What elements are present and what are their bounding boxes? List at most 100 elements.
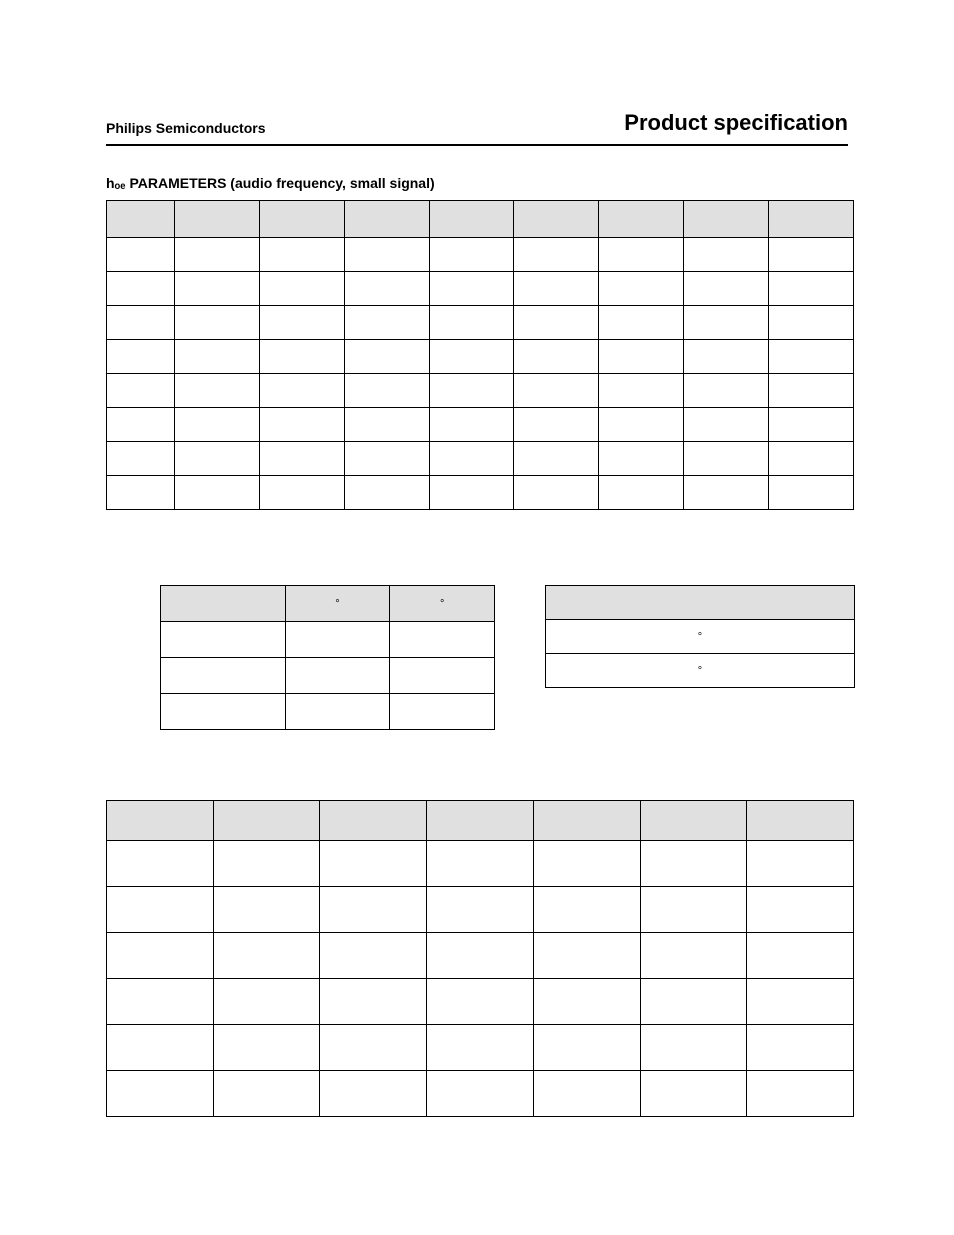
table-cell — [747, 933, 854, 979]
table-cell — [514, 340, 599, 374]
table-cell — [213, 1071, 320, 1117]
table-cell — [640, 841, 747, 887]
table-cell — [769, 238, 854, 272]
t1-h6 — [599, 201, 684, 238]
table-cell — [161, 694, 286, 730]
table-row — [107, 442, 854, 476]
table-cell — [161, 658, 286, 694]
table-cell — [429, 272, 514, 306]
table-row — [107, 306, 854, 340]
t1-h1 — [174, 201, 259, 238]
table-cell — [533, 1025, 640, 1071]
table-cell — [684, 340, 769, 374]
t1-h0 — [107, 201, 175, 238]
table-cell — [107, 374, 175, 408]
table-cell — [174, 238, 259, 272]
table-row — [107, 1025, 854, 1071]
table-cell — [429, 238, 514, 272]
table-cell — [684, 238, 769, 272]
table-cell — [344, 238, 429, 272]
table-cell — [429, 306, 514, 340]
table-header-row — [107, 201, 854, 238]
table-cell — [769, 374, 854, 408]
table-cell — [684, 272, 769, 306]
table-cell — [599, 374, 684, 408]
table-cell — [344, 442, 429, 476]
table-cell — [533, 841, 640, 887]
table-row — [107, 238, 854, 272]
table-cell — [427, 933, 534, 979]
table-cell — [427, 979, 534, 1025]
table-cell — [344, 272, 429, 306]
table-cell — [107, 238, 175, 272]
table-row — [161, 658, 495, 694]
table-cell — [213, 1025, 320, 1071]
table-cell — [769, 442, 854, 476]
table-cell — [107, 442, 175, 476]
table-cell — [533, 933, 640, 979]
table-row — [161, 622, 495, 658]
table-cell — [747, 887, 854, 933]
table-row — [107, 272, 854, 306]
header-right: Product specification — [624, 110, 848, 136]
table-cell — [107, 408, 175, 442]
table-cell — [259, 476, 344, 510]
table-cell — [320, 887, 427, 933]
t2-h0 — [161, 586, 286, 622]
table-cell — [107, 272, 175, 306]
table-cell — [599, 442, 684, 476]
table-cell — [213, 887, 320, 933]
table-cell — [533, 887, 640, 933]
table-cell — [640, 887, 747, 933]
table-cell — [107, 841, 214, 887]
table-cell — [174, 476, 259, 510]
t4-h4 — [533, 801, 640, 841]
table-cell — [514, 476, 599, 510]
table-cell — [320, 933, 427, 979]
table-row: ° — [546, 620, 855, 654]
table-cell — [427, 1071, 534, 1117]
table-cell — [161, 622, 286, 658]
table-cell — [429, 442, 514, 476]
table-cell — [640, 1025, 747, 1071]
table-cell — [174, 272, 259, 306]
table-row — [107, 408, 854, 442]
table-cell — [514, 306, 599, 340]
table-cell — [599, 340, 684, 374]
table-row — [107, 887, 854, 933]
t1-h5 — [514, 201, 599, 238]
t1-h7 — [684, 201, 769, 238]
t4-h3 — [427, 801, 534, 841]
table-cell — [640, 979, 747, 1025]
table-cell — [259, 306, 344, 340]
table-cell — [514, 238, 599, 272]
table-row — [107, 374, 854, 408]
table-cell — [769, 408, 854, 442]
table-cell — [320, 841, 427, 887]
table-cell — [107, 979, 214, 1025]
table-row — [107, 340, 854, 374]
table-cell — [107, 1071, 214, 1117]
table-cell — [174, 442, 259, 476]
table-cell — [640, 1071, 747, 1117]
table-cell — [259, 272, 344, 306]
t2-h2: ° — [390, 586, 495, 622]
table-cell — [684, 442, 769, 476]
t4-h5 — [640, 801, 747, 841]
table-cell — [344, 408, 429, 442]
table-cell — [390, 658, 495, 694]
table-cell — [174, 306, 259, 340]
table-header-row — [107, 801, 854, 841]
table-cell — [213, 841, 320, 887]
table-cell — [427, 887, 534, 933]
t1-h4 — [429, 201, 514, 238]
table-cell — [174, 374, 259, 408]
table-cell — [107, 476, 175, 510]
table-cell — [599, 476, 684, 510]
small-table-right: °° — [545, 585, 855, 688]
table-cell — [429, 340, 514, 374]
table-row — [107, 1071, 854, 1117]
t1-h3 — [344, 201, 429, 238]
table-cell — [599, 408, 684, 442]
table-cell — [174, 408, 259, 442]
